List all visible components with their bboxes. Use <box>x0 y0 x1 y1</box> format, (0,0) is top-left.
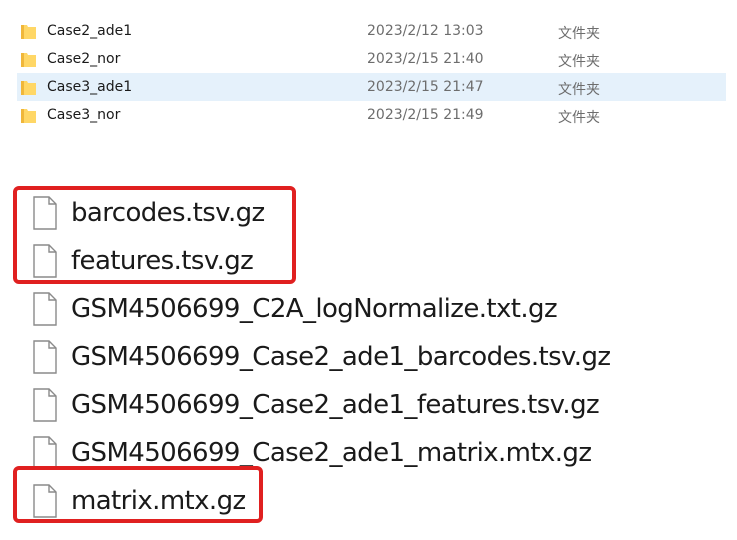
folder-modified-date: 2023/2/12 13:03 <box>367 23 484 39</box>
folder-modified-date: 2023/2/15 21:47 <box>367 79 484 95</box>
folder-modified-date: 2023/2/15 21:49 <box>367 107 484 123</box>
folder-row-case2-ade1[interactable]: Case2_ade1 2023/2/12 13:03 文件夹 <box>17 17 726 45</box>
file-icon <box>33 340 57 374</box>
file-icon <box>33 388 57 422</box>
file-icon <box>33 436 57 470</box>
file-name: GSM4506699_Case2_ade1_barcodes.tsv.gz <box>71 342 611 372</box>
file-row-features[interactable]: features.tsv.gz <box>0 238 737 286</box>
folder-row-case3-nor[interactable]: Case3_nor 2023/2/15 21:49 文件夹 <box>17 101 726 129</box>
folder-type: 文件夹 <box>558 110 600 126</box>
folder-icon <box>21 81 36 95</box>
file-row-lognormalize[interactable]: GSM4506699_C2A_logNormalize.txt.gz <box>0 286 737 334</box>
folder-name: Case2_ade1 <box>47 23 133 39</box>
folder-type: 文件夹 <box>558 54 600 70</box>
file-icon <box>33 292 57 326</box>
file-name: features.tsv.gz <box>71 246 254 276</box>
file-icon <box>33 244 57 278</box>
folder-icon <box>21 25 36 39</box>
file-name: matrix.mtx.gz <box>71 486 246 516</box>
file-name: GSM4506699_Case2_ade1_matrix.mtx.gz <box>71 438 592 468</box>
file-name: barcodes.tsv.gz <box>71 198 265 228</box>
file-icon <box>33 196 57 230</box>
file-row-gsm-features[interactable]: GSM4506699_Case2_ade1_features.tsv.gz <box>0 382 737 430</box>
file-row-gsm-barcodes[interactable]: GSM4506699_Case2_ade1_barcodes.tsv.gz <box>0 334 737 382</box>
folder-icon <box>21 53 36 67</box>
folder-name: Case3_ade1 <box>47 79 133 95</box>
folder-type: 文件夹 <box>558 82 600 98</box>
folder-row-case2-nor[interactable]: Case2_nor 2023/2/15 21:40 文件夹 <box>17 45 726 73</box>
folder-list: Case2_ade1 2023/2/12 13:03 文件夹 Case2_nor… <box>0 17 737 129</box>
file-name: GSM4506699_Case2_ade1_features.tsv.gz <box>71 390 600 420</box>
file-name: GSM4506699_C2A_logNormalize.txt.gz <box>71 294 558 324</box>
folder-name: Case3_nor <box>47 107 121 123</box>
folder-name: Case2_nor <box>47 51 121 67</box>
folder-row-case3-ade1[interactable]: Case3_ade1 2023/2/15 21:47 文件夹 <box>17 73 726 101</box>
file-icon <box>33 484 57 518</box>
file-row-matrix[interactable]: matrix.mtx.gz <box>0 478 737 526</box>
file-row-barcodes[interactable]: barcodes.tsv.gz <box>0 190 737 238</box>
file-row-gsm-matrix[interactable]: GSM4506699_Case2_ade1_matrix.mtx.gz <box>0 430 737 478</box>
folder-icon <box>21 109 36 123</box>
folder-type: 文件夹 <box>558 26 600 42</box>
file-list: barcodes.tsv.gz features.tsv.gz GSM45066… <box>0 190 737 526</box>
folder-modified-date: 2023/2/15 21:40 <box>367 51 484 67</box>
